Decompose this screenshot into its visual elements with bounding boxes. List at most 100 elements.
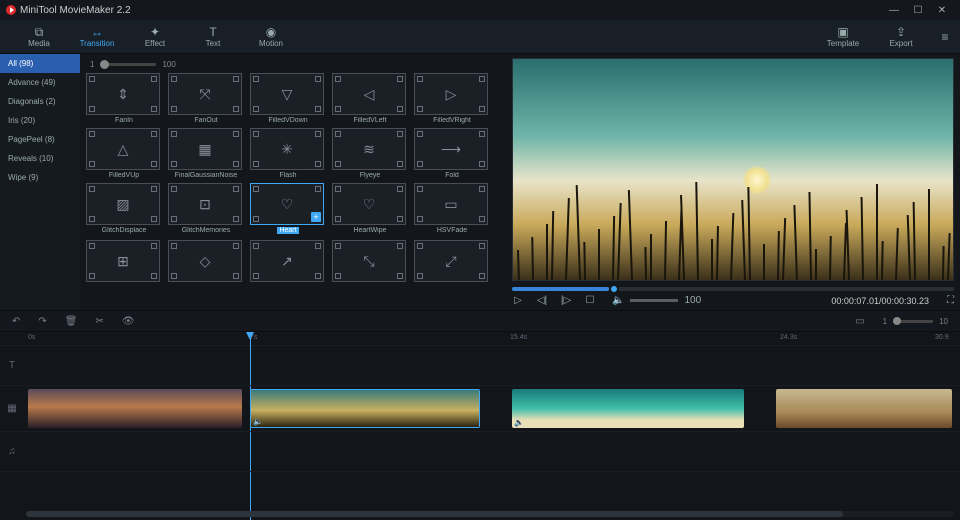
- transition-thumb[interactable]: ⟶Fold: [414, 128, 490, 179]
- thumb-preview[interactable]: ♡: [250, 183, 324, 225]
- sidebar-item-pagepeel[interactable]: PagePeel (8): [0, 130, 80, 149]
- volume-icon: 🔈: [612, 295, 624, 306]
- sidebar-item-advance[interactable]: Advance (49): [0, 73, 80, 92]
- transition-thumb[interactable]: ◇: [168, 240, 244, 284]
- transition-thumb[interactable]: ◁FilledVLeft: [332, 73, 408, 124]
- thumb-preview[interactable]: ⟶: [414, 128, 488, 170]
- thumb-preview[interactable]: ⊡: [168, 183, 242, 225]
- transition-thumb[interactable]: ♡HeartWipe: [332, 183, 408, 236]
- transition-thumb[interactable]: ⊡GlitchMemories: [168, 183, 244, 236]
- slider-max: 100: [162, 60, 175, 69]
- speed-button[interactable]: 👁: [122, 316, 135, 327]
- thumb-preview[interactable]: ▨: [86, 183, 160, 225]
- minimize-button[interactable]: —: [882, 5, 906, 16]
- app-logo-icon: [6, 5, 16, 15]
- transition-thumb[interactable]: ▷FilledVRight: [414, 73, 490, 124]
- thumb-size-slider[interactable]: 1 100: [90, 60, 500, 69]
- clip-3[interactable]: 🔈: [512, 389, 744, 428]
- text-track[interactable]: T: [0, 346, 960, 386]
- close-button[interactable]: ✕: [930, 5, 954, 16]
- time-ruler[interactable]: 0s7s15.4s24.3s30.9: [0, 332, 960, 346]
- transition-thumb[interactable]: ≋Flyeye: [332, 128, 408, 179]
- transition-thumb[interactable]: ⇕ FanIn: [86, 73, 162, 124]
- thumb-preview[interactable]: ⊞: [86, 240, 160, 282]
- redo-button[interactable]: ↷: [38, 316, 46, 327]
- transition-thumb[interactable]: ✳Flash: [250, 128, 326, 179]
- timeline-scrollbar[interactable]: [26, 511, 954, 517]
- maximize-button[interactable]: ☐: [906, 5, 930, 16]
- scrollbar-thumb[interactable]: [26, 511, 843, 517]
- tool-effect[interactable]: ✦ Effect: [126, 25, 184, 48]
- tool-media[interactable]: ⧉ Media: [10, 25, 68, 48]
- transition-thumb[interactable]: △FilledVUp: [86, 128, 162, 179]
- thumb-preview[interactable]: ♡: [332, 183, 406, 225]
- sidebar-item-diagonals[interactable]: Diagonals (2): [0, 92, 80, 111]
- zoom-thumb[interactable]: [893, 317, 901, 325]
- tool-export[interactable]: ⇪ Export: [872, 25, 930, 48]
- action-bar: ↶ ↷ 🗑 ✂ 👁 ▭ 1 10: [0, 310, 960, 332]
- sidebar-item-wipe[interactable]: Wipe (9): [0, 168, 80, 187]
- volume-track[interactable]: [630, 299, 678, 302]
- template-icon: ▣: [814, 25, 872, 39]
- zoom-control[interactable]: 1 10: [883, 317, 948, 326]
- thumb-preview[interactable]: ◁: [332, 73, 406, 115]
- transition-thumb[interactable]: ♡Heart: [250, 183, 326, 236]
- tool-motion[interactable]: ◉ Motion: [242, 25, 300, 48]
- tool-text[interactable]: T Text: [184, 25, 242, 48]
- delete-button[interactable]: 🗑: [65, 316, 78, 327]
- sidebar-item-reveals[interactable]: Reveals (10): [0, 149, 80, 168]
- thumb-preview[interactable]: ▦: [168, 128, 242, 170]
- thumb-preview[interactable]: ⤧: [168, 73, 242, 115]
- thumb-preview[interactable]: ↗: [250, 240, 324, 282]
- transition-icon: ↔: [68, 25, 126, 39]
- clip-audio-icon: 🔈: [514, 418, 524, 427]
- video-track[interactable]: ▦ 🔈 🔈: [0, 386, 960, 432]
- undo-button[interactable]: ↶: [12, 316, 20, 327]
- thumb-preview[interactable]: ✳: [250, 128, 324, 170]
- clip-2-selected[interactable]: 🔈: [250, 389, 480, 428]
- zoom-track[interactable]: [893, 320, 933, 323]
- thumb-preview[interactable]: ≋: [332, 128, 406, 170]
- transition-thumb[interactable]: ▦FinalGaussianNoise: [168, 128, 244, 179]
- thumb-preview[interactable]: ⇕: [86, 73, 160, 115]
- preview-canvas[interactable]: [512, 58, 954, 281]
- tool-menu[interactable]: ≡: [930, 30, 960, 44]
- thumb-preview[interactable]: △: [86, 128, 160, 170]
- thumb-label: FanIn: [86, 117, 162, 124]
- tool-transition[interactable]: ↔ Transition: [68, 25, 126, 48]
- sidebar-item-iris[interactable]: Iris (20): [0, 111, 80, 130]
- thumb-label: FanOut: [168, 117, 244, 124]
- thumb-preview[interactable]: ▽: [250, 73, 324, 115]
- fit-button[interactable]: ▭: [855, 316, 864, 327]
- fullscreen-button[interactable]: ⛶: [947, 295, 954, 306]
- audio-track[interactable]: ♫: [0, 432, 960, 472]
- slider-track[interactable]: [100, 63, 156, 66]
- clip-4[interactable]: [776, 389, 952, 428]
- thumb-preview[interactable]: ⤢: [414, 240, 488, 282]
- clip-1[interactable]: [28, 389, 242, 428]
- play-button[interactable]: ▷: [512, 295, 524, 306]
- thumb-preview[interactable]: ⤡: [332, 240, 406, 282]
- transition-thumb[interactable]: ▽ FilledVDown: [250, 73, 326, 124]
- transition-thumb[interactable]: ▨GlitchDisplace: [86, 183, 162, 236]
- tool-template[interactable]: ▣ Template: [814, 25, 872, 48]
- transition-thumb[interactable]: ⤡: [332, 240, 408, 284]
- thumb-label: FilledVDown: [250, 117, 326, 124]
- thumb-preview[interactable]: ◇: [168, 240, 242, 282]
- transition-thumb[interactable]: ↗: [250, 240, 326, 284]
- slider-thumb[interactable]: [100, 60, 109, 69]
- sidebar-item-all[interactable]: All (98): [0, 54, 80, 73]
- next-frame-button[interactable]: |▷: [560, 295, 572, 306]
- thumb-preview[interactable]: ▭: [414, 183, 488, 225]
- stop-button[interactable]: ☐: [584, 295, 596, 306]
- transition-thumb[interactable]: ⊞: [86, 240, 162, 284]
- split-button[interactable]: ✂: [95, 316, 103, 327]
- thumb-preview[interactable]: ▷: [414, 73, 488, 115]
- transition-thumb[interactable]: ⤧ FanOut: [168, 73, 244, 124]
- seek-head[interactable]: [609, 284, 619, 294]
- prev-frame-button[interactable]: ◁|: [536, 295, 548, 306]
- transition-thumb[interactable]: ⤢: [414, 240, 490, 284]
- volume-control[interactable]: 🔈 100: [612, 295, 701, 306]
- seek-bar[interactable]: [512, 287, 954, 291]
- transition-thumb[interactable]: ▭HSVFade: [414, 183, 490, 236]
